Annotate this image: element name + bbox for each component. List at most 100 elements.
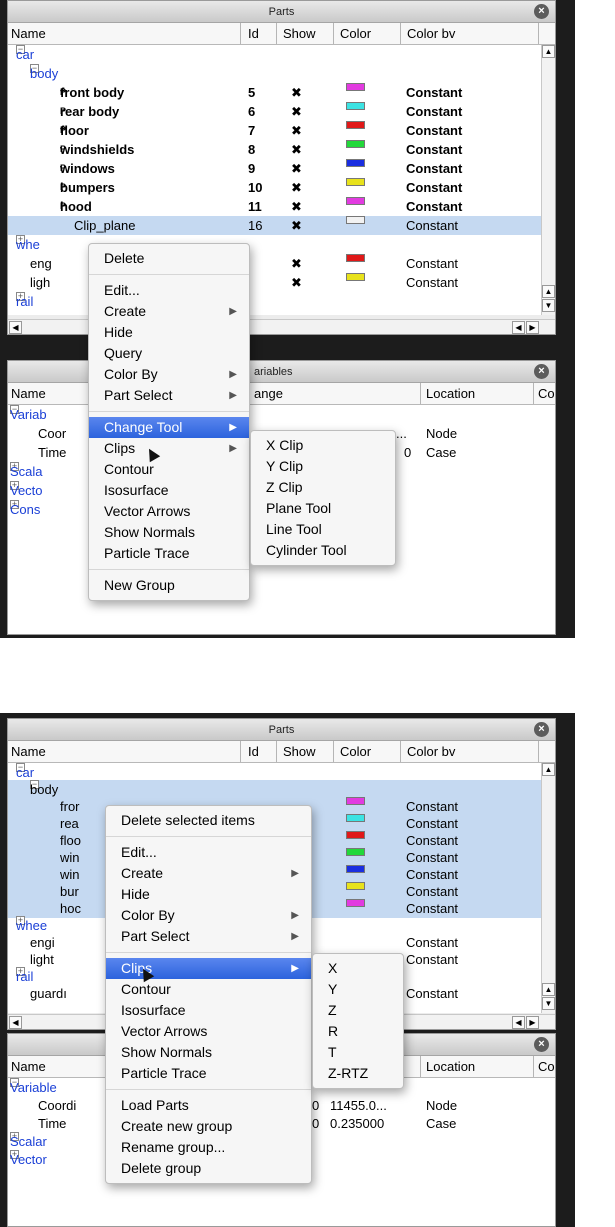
table-row[interactable]: Pwindows 9 ✖ Constant [8, 159, 541, 178]
scroll-up-icon[interactable]: ▲ [542, 285, 555, 298]
menu-item-delete[interactable]: Delete [89, 248, 249, 269]
menu-item-change-tool[interactable]: Change Tool ▶ [89, 417, 249, 438]
submenu-item-y[interactable]: Y [313, 979, 403, 1000]
col-comment[interactable]: Comi [538, 386, 555, 401]
scroll-up-icon[interactable]: ▲ [542, 983, 555, 996]
color-swatch[interactable] [346, 899, 365, 907]
color-swatch[interactable] [346, 273, 365, 281]
menu-item-vector-arrows[interactable]: Vector Arrows [89, 501, 249, 522]
col-name[interactable]: Name [11, 386, 46, 401]
submenu-item-y-clip[interactable]: Y Clip [251, 456, 395, 477]
menu-item-color-by[interactable]: Color By ▶ [106, 905, 311, 926]
submenu-item-z-rtz[interactable]: Z-RTZ [313, 1063, 403, 1084]
table-row[interactable]: Phood 11 ✖ Constant [8, 197, 541, 216]
submenu-item-plane-tool[interactable]: Plane Tool [251, 498, 395, 519]
submenu-item-z-clip[interactable]: Z Clip [251, 477, 395, 498]
menu-item-particle-trace[interactable]: Particle Trace [106, 1063, 311, 1084]
close-icon[interactable]: × [534, 364, 549, 379]
color-swatch[interactable] [346, 121, 365, 129]
menu-item-show-normals[interactable]: Show Normals [89, 522, 249, 543]
menu-item-particle-trace[interactable]: Particle Trace [89, 543, 249, 564]
menu-item-delete-group[interactable]: Delete group [106, 1158, 311, 1179]
col-color[interactable]: Color [340, 744, 371, 759]
menu-item-delete-selected[interactable]: Delete selected items [106, 810, 311, 831]
submenu-item-z[interactable]: Z [313, 1000, 403, 1021]
color-swatch[interactable] [346, 831, 365, 839]
col-colorby[interactable]: Color bv [407, 744, 455, 759]
color-swatch[interactable] [346, 83, 365, 91]
scroll-left-icon[interactable]: ◀ [9, 321, 22, 334]
color-swatch[interactable] [346, 102, 365, 110]
color-swatch[interactable] [346, 254, 365, 262]
color-swatch[interactable] [346, 865, 365, 873]
color-swatch[interactable] [346, 814, 365, 822]
scroll-down-icon[interactable]: ▼ [542, 299, 555, 312]
menu-item-new-group[interactable]: New Group [89, 575, 249, 596]
menu-item-part-select[interactable]: Part Select ▶ [106, 926, 311, 947]
col-name[interactable]: Name [11, 26, 46, 41]
color-swatch[interactable] [346, 140, 365, 148]
color-swatch[interactable] [346, 159, 365, 167]
close-icon[interactable]: × [534, 4, 549, 19]
menu-item-clips[interactable]: Clips ▶ [89, 438, 249, 459]
scroll-down-icon[interactable]: ▼ [542, 997, 555, 1010]
tree-row-body[interactable]: − body [8, 64, 541, 83]
menu-item-show-normals[interactable]: Show Normals [106, 1042, 311, 1063]
submenu-item-x-clip[interactable]: X Clip [251, 435, 395, 456]
menu-item-edit[interactable]: Edit... [89, 280, 249, 301]
menu-item-hide[interactable]: Hide [89, 322, 249, 343]
scroll-left-icon[interactable]: ◀ [512, 321, 525, 334]
vertical-scrollbar[interactable]: ▲ ▲ ▼ [541, 763, 555, 1013]
menu-item-isosurface[interactable]: Isosurface [106, 1000, 311, 1021]
color-swatch[interactable] [346, 848, 365, 856]
table-row[interactable]: Pfront body 5 ✖ Constant [8, 83, 541, 102]
color-swatch[interactable] [346, 882, 365, 890]
menu-item-color-by[interactable]: Color By ▶ [89, 364, 249, 385]
menu-item-part-select[interactable]: Part Select ▶ [89, 385, 249, 406]
table-row[interactable]: Pwindshields 8 ✖ Constant [8, 140, 541, 159]
menu-item-isosurface[interactable]: Isosurface [89, 480, 249, 501]
menu-item-contour[interactable]: Contour [106, 979, 311, 1000]
menu-item-contour[interactable]: Contour [89, 459, 249, 480]
table-row-selected[interactable]: Clip_plane 16 ✖ Constant [8, 216, 541, 235]
menu-item-create-new-group[interactable]: Create new group [106, 1116, 311, 1137]
col-colorby[interactable]: Color bv [407, 26, 455, 41]
menu-item-create[interactable]: Create ▶ [106, 863, 311, 884]
col-color[interactable]: Color [340, 26, 371, 41]
close-icon[interactable]: × [534, 722, 549, 737]
menu-item-edit[interactable]: Edit... [106, 842, 311, 863]
col-show[interactable]: Show [283, 26, 316, 41]
scroll-left-icon[interactable]: ◀ [512, 1016, 525, 1029]
menu-item-create[interactable]: Create ▶ [89, 301, 249, 322]
color-swatch[interactable] [346, 216, 365, 224]
col-id[interactable]: Id [248, 26, 259, 41]
table-row[interactable]: Pfloor 7 ✖ Constant [8, 121, 541, 140]
menu-item-hide[interactable]: Hide [106, 884, 311, 905]
col-show[interactable]: Show [283, 744, 316, 759]
scroll-up-icon[interactable]: ▲ [542, 45, 555, 58]
submenu-item-r[interactable]: R [313, 1021, 403, 1042]
col-range[interactable]: ange [254, 386, 283, 401]
scroll-left-icon[interactable]: ◀ [9, 1016, 22, 1029]
submenu-item-x[interactable]: X [313, 958, 403, 979]
tree-row-car[interactable]: − car [8, 45, 541, 64]
submenu-item-t[interactable]: T [313, 1042, 403, 1063]
col-name[interactable]: Name [11, 1059, 46, 1074]
vertical-scrollbar[interactable]: ▲ ▲ ▼ [541, 45, 555, 315]
table-row[interactable]: Prear body 6 ✖ Constant [8, 102, 541, 121]
scroll-right-icon[interactable]: ▶ [526, 321, 539, 334]
scroll-right-icon[interactable]: ▶ [526, 1016, 539, 1029]
menu-item-clips[interactable]: Clips ▶ [106, 958, 311, 979]
scroll-up-icon[interactable]: ▲ [542, 763, 555, 776]
col-location[interactable]: Location [426, 386, 475, 401]
menu-item-rename-group[interactable]: Rename group... [106, 1137, 311, 1158]
col-location[interactable]: Location [426, 1059, 475, 1074]
col-name[interactable]: Name [11, 744, 46, 759]
submenu-item-cylinder-tool[interactable]: Cylinder Tool [251, 540, 395, 561]
menu-item-load-parts[interactable]: Load Parts [106, 1095, 311, 1116]
table-row[interactable]: Pbumpers 10 ✖ Constant [8, 178, 541, 197]
close-icon[interactable]: × [534, 1037, 549, 1052]
color-swatch[interactable] [346, 797, 365, 805]
color-swatch[interactable] [346, 197, 365, 205]
col-comment[interactable]: Comi [538, 1059, 555, 1074]
